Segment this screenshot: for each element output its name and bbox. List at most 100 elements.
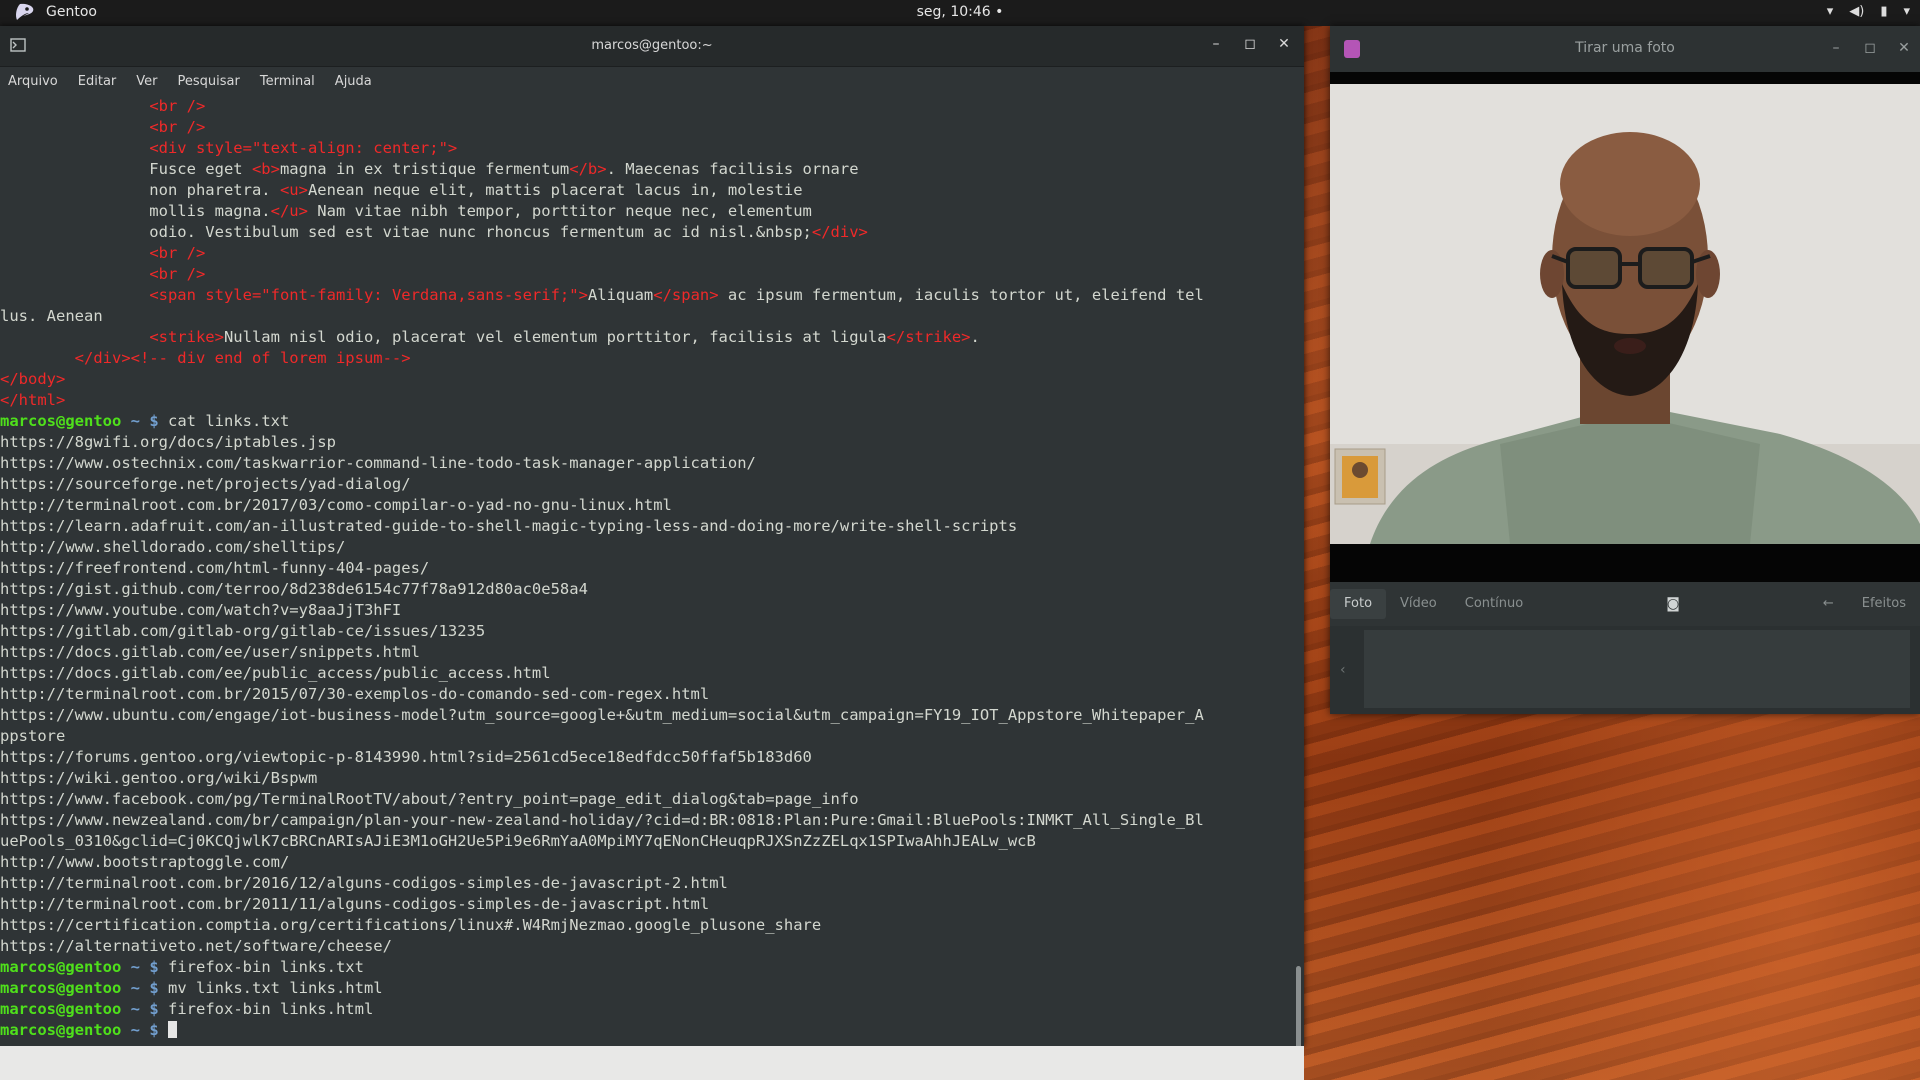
command-text: firefox-bin links.txt [168, 958, 364, 976]
take-photo-button[interactable]: ◙ [1664, 596, 1682, 612]
scroll-left-icon[interactable]: ‹ [1340, 662, 1346, 678]
link-line: http://terminalroot.com.br/2015/07/30-ex… [0, 685, 710, 703]
link-line: https://forums.gentoo.org/viewtopic-p-81… [0, 748, 812, 766]
clock[interactable]: seg, 10:46 • [917, 4, 1004, 20]
output-line: <br /> [149, 265, 206, 283]
link-line: https://freefrontend.com/html-funny-404-… [0, 559, 430, 577]
battery-icon[interactable]: ▮ [1880, 4, 1887, 19]
thumbnail-area[interactable] [1364, 630, 1910, 708]
app-menu-label[interactable]: Gentoo [46, 4, 97, 20]
link-line: https://8gwifi.org/docs/iptables.jsp [0, 433, 336, 451]
output-line: Fusce eget <b>magna in ex tristique ferm… [0, 160, 859, 178]
fullscreen-toggle[interactable]: ← [1809, 589, 1848, 619]
prompt-user: marcos@gentoo [0, 412, 122, 430]
prompt-path: ~ $ [121, 1000, 168, 1018]
link-line: https://alternativeto.net/software/chees… [0, 937, 392, 955]
maximize-button[interactable]: ◻ [1242, 36, 1258, 52]
link-line: http://terminalroot.com.br/2017/03/como-… [0, 496, 672, 514]
effects-button[interactable]: Efeitos [1848, 589, 1920, 619]
cheese-close-button[interactable]: ✕ [1896, 40, 1912, 56]
link-line: https://www.ubuntu.com/engage/iot-busine… [0, 706, 1204, 724]
link-line: https://www.youtube.com/watch?v=y8aaJjT3… [0, 601, 402, 619]
terminal-scrollbar[interactable] [1296, 966, 1301, 1056]
output-line: <br /> [149, 244, 206, 262]
prompt-user: marcos@gentoo [0, 1021, 122, 1039]
wifi-icon[interactable]: ▾ [1827, 4, 1834, 19]
system-tray[interactable]: ▾ ◀) ▮ ▾ [1827, 4, 1910, 19]
link-line: https://gist.github.com/terroo/8d238de61… [0, 580, 588, 598]
link-line: http://terminalroot.com.br/2016/12/algun… [0, 874, 728, 892]
prompt-path: ~ $ [121, 412, 168, 430]
prompt-user: marcos@gentoo [0, 958, 122, 976]
link-line: https://learn.adafruit.com/an-illustrate… [0, 517, 1018, 535]
prompt-path: ~ $ [121, 1021, 168, 1039]
command-text: firefox-bin links.html [168, 1000, 374, 1018]
output-line: <br /> [149, 97, 206, 115]
link-line: https://www.ostechnix.com/taskwarrior-co… [0, 454, 756, 472]
window-title: marcos@gentoo:~ [591, 38, 713, 53]
close-button[interactable]: ✕ [1276, 36, 1292, 52]
link-line: https://gitlab.com/gitlab-org/gitlab-ce/… [0, 622, 486, 640]
terminal-menubar: Arquivo Editar Ver Pesquisar Terminal Aj… [0, 67, 1304, 95]
link-line: https://docs.gitlab.com/ee/user/snippets… [0, 643, 420, 661]
prompt-path: ~ $ [121, 958, 168, 976]
prompt-user: marcos@gentoo [0, 1000, 122, 1018]
cheese-titlebar[interactable]: Tirar uma foto – ◻ ✕ [1330, 26, 1920, 72]
minimize-button[interactable]: – [1208, 36, 1224, 52]
power-menu-icon[interactable]: ▾ [1903, 4, 1910, 19]
cheese-window[interactable]: Tirar uma foto – ◻ ✕ Foto Vídeo Contínuo… [1330, 26, 1920, 714]
gentoo-logo-icon [16, 3, 34, 21]
terminal-titlebar[interactable]: marcos@gentoo:~ – ◻ ✕ [0, 26, 1304, 67]
prompt-line: marcos@gentoo ~ $ mv links.txt links.htm… [0, 978, 1304, 999]
link-line: https://wiki.gentoo.org/wiki/Bspwm [0, 769, 318, 787]
menu-ajuda[interactable]: Ajuda [335, 74, 372, 89]
output-line: odio. Vestibulum sed est vitae nunc rhon… [0, 223, 868, 241]
output-line: </div><!-- div end of lorem ipsum--> [74, 349, 411, 367]
prompt-line: marcos@gentoo ~ $ cat links.txt [0, 411, 1304, 432]
link-line: https://www.facebook.com/pg/TerminalRoot… [0, 790, 859, 808]
link-line: uePools_0310&gclid=Cj0KCQjwlK7cBRCnARIsA… [0, 832, 1036, 850]
cheese-maximize-button[interactable]: ◻ [1862, 40, 1878, 56]
prompt-line: marcos@gentoo ~ $ firefox-bin links.html [0, 999, 1304, 1020]
mode-burst-button[interactable]: Contínuo [1451, 589, 1537, 619]
thumbnail-strip: ‹ [1330, 626, 1920, 714]
output-line: lus. Aenean [0, 307, 103, 325]
link-line: http://www.shelldorado.com/shelltips/ [0, 538, 346, 556]
terminal-window[interactable]: marcos@gentoo:~ – ◻ ✕ Arquivo Editar Ver… [0, 26, 1304, 1056]
command-text: cat links.txt [168, 412, 290, 430]
activities-button[interactable]: Gentoo [14, 3, 97, 21]
terminal-output[interactable]: <br /> <br /> <div style="text-align: ce… [0, 94, 1304, 1064]
command-text: mv links.txt links.html [168, 979, 383, 997]
top-panel: Gentoo seg, 10:46 • ▾ ◀) ▮ ▾ [0, 0, 1920, 26]
link-line: https://certification.comptia.org/certif… [0, 916, 822, 934]
camera-icon: ◙ [1666, 596, 1680, 612]
link-line: ppstore [0, 727, 66, 745]
output-line: </html> [0, 391, 66, 409]
menu-arquivo[interactable]: Arquivo [8, 74, 58, 89]
output-line: <span style="font-family: Verdana,sans-s… [149, 286, 1204, 304]
output-line: </body> [0, 370, 66, 388]
output-line: <strike>Nullam nisl odio, placerat vel e… [149, 328, 980, 346]
prompt-line: marcos@gentoo ~ $ firefox-bin links.txt [0, 957, 1304, 978]
mode-video-button[interactable]: Vídeo [1386, 589, 1451, 619]
link-line: http://www.bootstraptoggle.com/ [0, 853, 290, 871]
prompt-user: marcos@gentoo [0, 979, 122, 997]
link-line: https://docs.gitlab.com/ee/public_access… [0, 664, 551, 682]
prompt-line: marcos@gentoo ~ $ [0, 1020, 1304, 1041]
output-line: non pharetra. <u>Aenean neque elit, matt… [0, 181, 803, 199]
camera-preview [1330, 72, 1920, 582]
volume-icon[interactable]: ◀) [1849, 4, 1864, 19]
mode-photo-button[interactable]: Foto [1330, 589, 1387, 619]
menu-editar[interactable]: Editar [78, 74, 117, 89]
text-cursor [168, 1021, 177, 1038]
menu-ver[interactable]: Ver [136, 74, 157, 89]
menu-terminal[interactable]: Terminal [260, 74, 315, 89]
menu-pesquisar[interactable]: Pesquisar [178, 74, 240, 89]
link-line: https://sourceforge.net/projects/yad-dia… [0, 475, 411, 493]
cheese-minimize-button[interactable]: – [1828, 40, 1844, 56]
link-line: http://terminalroot.com.br/2011/11/algun… [0, 895, 710, 913]
output-line: <br /> [149, 118, 206, 136]
webcam-image [1330, 84, 1920, 544]
cheese-toolbar: Foto Vídeo Contínuo ◙ ← Efeitos [1330, 582, 1920, 626]
taskbar-strip [0, 1046, 1304, 1080]
